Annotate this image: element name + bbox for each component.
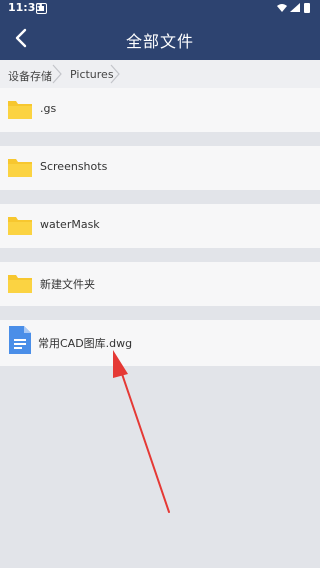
- list-item[interactable]: Screenshots: [0, 146, 320, 190]
- battery-icon: [304, 3, 310, 13]
- page-title: 全部文件: [125, 32, 194, 51]
- status-icons: [276, 2, 314, 17]
- folder-icon: [8, 101, 32, 119]
- app-header: 全部文件: [0, 16, 320, 60]
- notification-icon: [36, 3, 47, 14]
- folder-icon: [8, 217, 32, 235]
- chevron-right-icon: [52, 64, 62, 84]
- signal-icon: [290, 3, 300, 12]
- breadcrumb-item-storage[interactable]: 设备存储: [8, 68, 52, 84]
- breadcrumb: 设备存储 Pictures: [0, 60, 320, 89]
- list-item[interactable]: waterMask: [0, 204, 320, 248]
- list-item[interactable]: .gs: [0, 88, 320, 132]
- folder-icon: [8, 159, 32, 177]
- chevron-right-icon: [110, 64, 120, 84]
- file-name: 常用CAD图库.dwg: [38, 337, 133, 350]
- file-name: .gs: [40, 102, 57, 115]
- file-name: waterMask: [40, 218, 100, 231]
- status-bar: 11:33: [0, 0, 320, 16]
- document-icon: [9, 326, 31, 354]
- folder-icon: [8, 275, 32, 293]
- file-name: 新建文件夹: [40, 278, 95, 291]
- list-item[interactable]: 常用CAD图库.dwg: [0, 320, 320, 366]
- list-item[interactable]: 新建文件夹: [0, 262, 320, 306]
- wifi-icon: [277, 4, 287, 12]
- file-name: Screenshots: [40, 160, 108, 173]
